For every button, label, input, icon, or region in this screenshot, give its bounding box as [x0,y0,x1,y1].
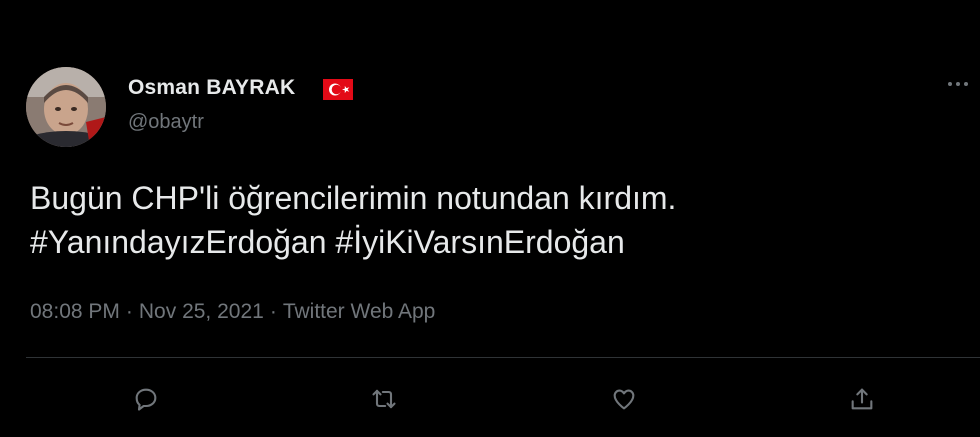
separator: · [125,300,133,323]
avatar-image [26,67,106,147]
tweet-time[interactable]: 08:08 PM [30,300,120,323]
tweet-source: Twitter Web App [282,300,436,323]
share-icon[interactable] [844,381,880,417]
tweet-meta: 08:08 PM · Nov 25, 2021 · Twitter Web App [30,300,435,324]
tweet-card: Osman BAYRAK @obaytr Bugün CHP'li öğrenc… [0,0,980,437]
more-options-icon[interactable] [940,74,976,94]
tweet-date[interactable]: Nov 25, 2021 [139,300,264,323]
tweet-hashtags-line[interactable]: #YanındayızErdoğan #İyiKiVarsınErdoğan [30,220,950,264]
separator: · [269,300,277,323]
tweet-text: Bugün CHP'li öğrencilerimin notundan kır… [30,176,950,264]
reply-icon[interactable] [128,381,164,417]
display-name[interactable]: Osman BAYRAK [128,76,295,100]
user-handle[interactable]: @obaytr [128,111,204,134]
turkey-flag-icon [323,79,353,100]
retweet-icon[interactable] [366,381,402,417]
divider [26,357,980,358]
tweet-text-line: Bugün CHP'li öğrencilerimin notundan kır… [30,180,677,216]
like-icon[interactable] [606,381,642,417]
avatar[interactable] [26,67,106,147]
